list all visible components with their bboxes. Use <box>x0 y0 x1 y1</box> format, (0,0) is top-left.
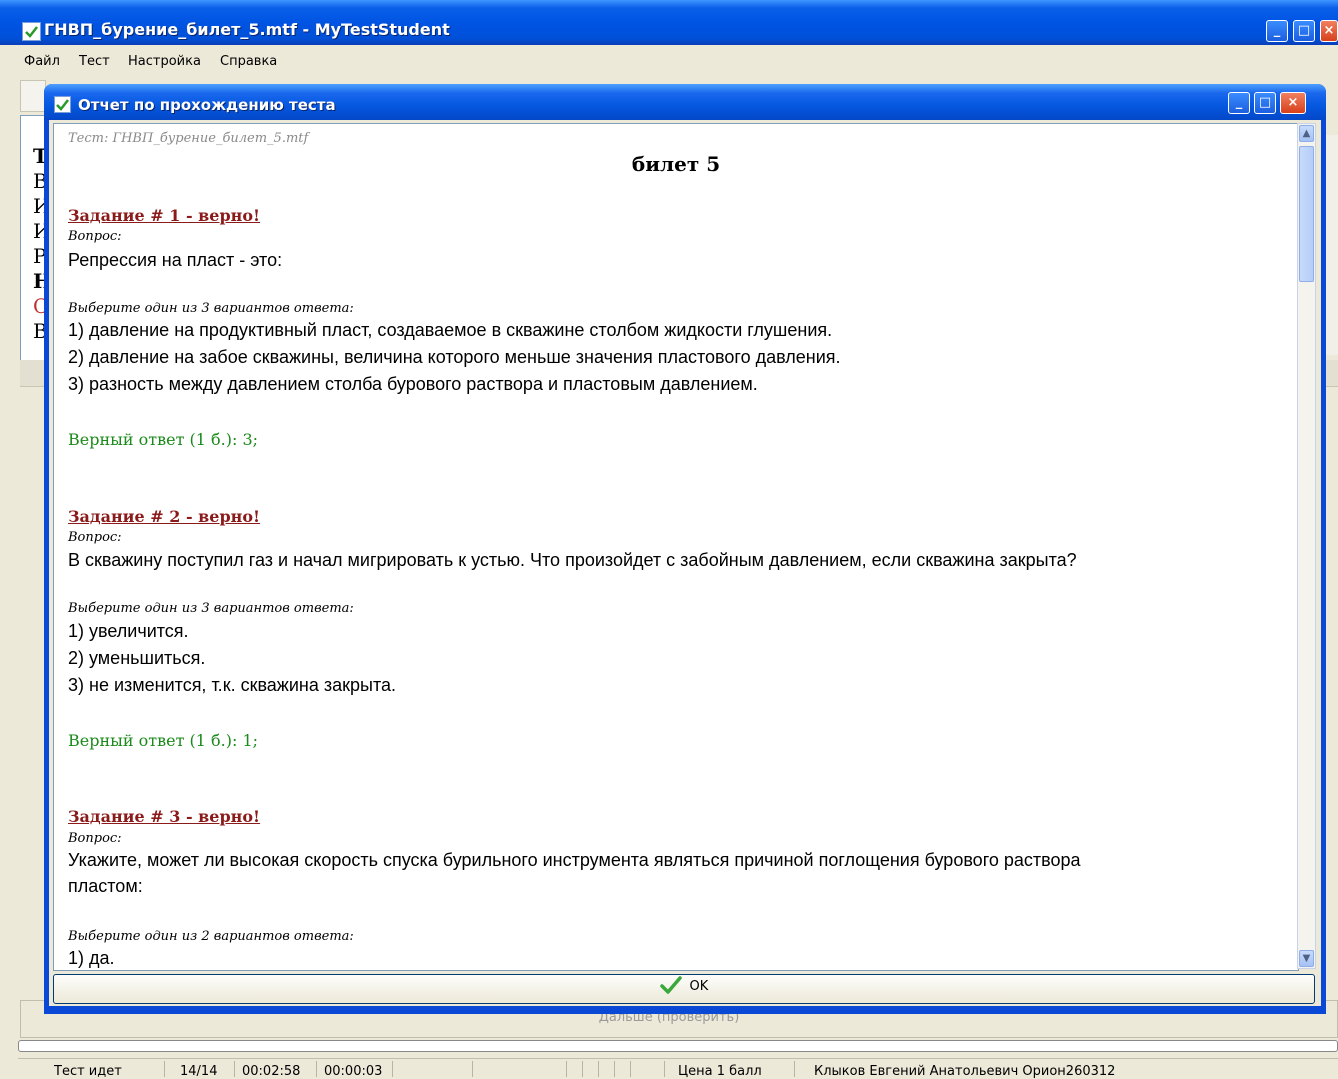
dialog-maximize-button[interactable]: □ <box>1254 92 1276 114</box>
ok-label: OK <box>689 979 709 994</box>
report-view[interactable]: Тест: ГНВП_бурение_билет_5.mtf билет 5 З… <box>53 123 1299 971</box>
answer-option: 1) давление на продуктивный пласт, созда… <box>68 320 833 340</box>
scroll-thumb[interactable] <box>1299 146 1314 282</box>
question-label: Вопрос: <box>68 229 122 244</box>
answer-option: 2) уменьшиться. <box>68 648 206 668</box>
menubar: Файл Тест Настройка Справка <box>0 45 1338 77</box>
status-progress: 14/14 <box>180 1064 218 1079</box>
answer-option: 3) разность между давлением столба буров… <box>68 374 758 394</box>
question-text: Укажите, может ли высокая скорость спуск… <box>68 850 1081 870</box>
statusbar: Тест идет 14/14 00:02:58 00:00:03 Цена 1… <box>18 1058 1338 1079</box>
menu-test[interactable]: Тест <box>79 54 110 69</box>
task-header: Задание # 1 - верно! <box>68 206 261 225</box>
dialog-checkmark-icon <box>54 96 71 113</box>
status-state: Тест идет <box>54 1064 122 1079</box>
menu-settings[interactable]: Настройка <box>128 54 201 69</box>
maximize-button[interactable]: □ <box>1293 20 1315 42</box>
main-window-title: ГНВП_бурение_билет_5.mtf - MyTestStudent <box>44 20 450 39</box>
scroll-down-icon[interactable]: ▼ <box>1299 950 1314 967</box>
correct-answer: Верный ответ (1 б.): 1; <box>68 731 259 750</box>
progress-bar <box>18 1040 1338 1052</box>
answer-option: 1) увеличится. <box>68 621 189 641</box>
menu-help[interactable]: Справка <box>220 54 277 69</box>
report-dialog: Отчет по прохождению теста _ □ × Тест: Г… <box>44 84 1326 1014</box>
status-elapsed: 00:02:58 <box>242 1064 301 1079</box>
question-text-cont: пластом: <box>68 876 143 896</box>
choose-label: Выберите один из 3 вариантов ответа: <box>68 601 354 616</box>
ok-button[interactable]: OK <box>53 974 1315 1004</box>
answer-option: 3) не изменится, т.к. скважина закрыта. <box>68 675 396 695</box>
ticket-title: билет 5 <box>631 152 721 176</box>
dialog-title: Отчет по прохождению теста <box>78 96 336 114</box>
close-button[interactable]: × <box>1320 20 1338 42</box>
status-question-time: 00:00:03 <box>324 1064 383 1079</box>
dialog-close-button[interactable]: × <box>1280 92 1306 114</box>
question-label: Вопрос: <box>68 831 122 846</box>
menu-file[interactable]: Файл <box>24 54 60 69</box>
toolbar-button[interactable] <box>20 80 46 112</box>
task-header: Задание # 3 - верно! <box>68 807 261 826</box>
answer-option: 1) да. <box>68 948 115 968</box>
report-scrollbar[interactable]: ▲ ▼ <box>1297 123 1316 969</box>
question-label: Вопрос: <box>68 530 122 545</box>
green-check-icon <box>659 975 682 998</box>
scroll-up-icon[interactable]: ▲ <box>1299 125 1314 142</box>
task-header: Задание # 2 - верно! <box>68 507 261 526</box>
dialog-minimize-button[interactable]: _ <box>1228 92 1250 114</box>
question-text: Репрессия на пласт - это: <box>68 250 283 270</box>
correct-answer: Верный ответ (1 б.): 3; <box>68 430 259 449</box>
dialog-titlebar[interactable]: Отчет по прохождению теста _ □ × <box>44 84 1326 120</box>
dialog-body: Тест: ГНВП_бурение_билет_5.mtf билет 5 З… <box>49 120 1321 1006</box>
minimize-button[interactable]: _ <box>1266 20 1288 42</box>
status-price: Цена 1 балл <box>678 1064 762 1079</box>
choose-label: Выберите один из 3 вариантов ответа: <box>68 301 354 316</box>
choose-label: Выберите один из 2 вариантов ответа: <box>68 929 354 944</box>
question-text: В скважину поступил газ и начал мигриров… <box>68 550 1077 570</box>
main-titlebar[interactable]: ГНВП_бурение_билет_5.mtf - MyTestStudent… <box>0 0 1338 45</box>
app-checkmark-icon <box>22 22 41 41</box>
test-name: Тест: ГНВП_бурение_билет_5.mtf <box>68 131 309 146</box>
status-user: Клыков Евгений Анатольевич Орион260312 <box>814 1064 1116 1079</box>
answer-option: 2) давление на забое скважины, величина … <box>68 347 841 367</box>
